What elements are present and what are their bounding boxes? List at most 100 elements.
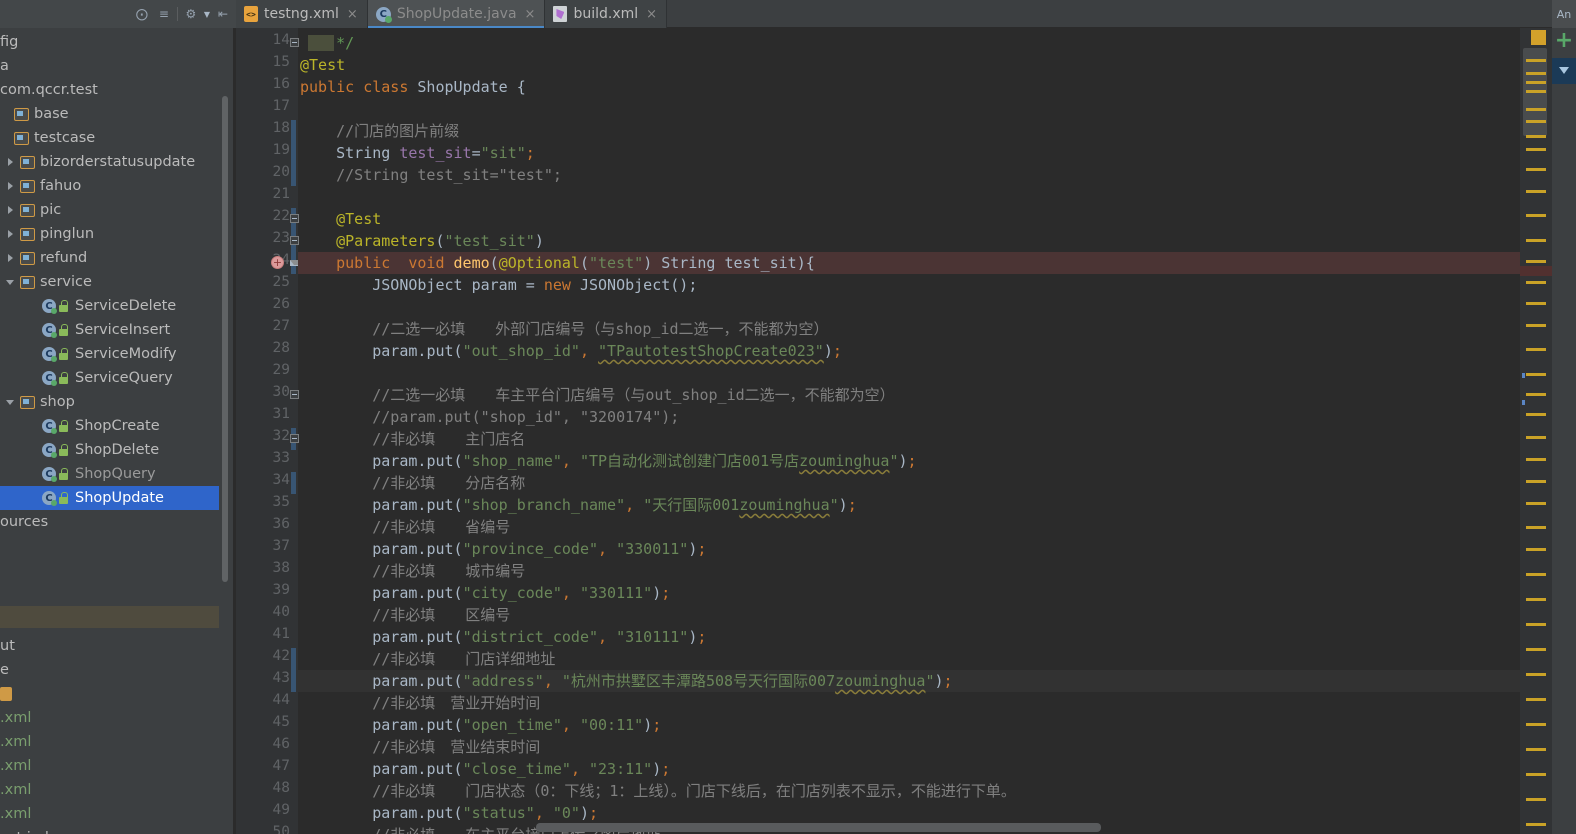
code-line-48[interactable]: //非必填 门店状态（0：下线；1：上线）。门店下线后，在门店列表不显示，不能进…	[300, 780, 1016, 802]
tab-shopupdate-java[interactable]: ShopUpdate.java ×	[367, 0, 546, 28]
info-marker[interactable]	[1522, 400, 1525, 405]
warning-marker[interactable]	[1526, 59, 1546, 62]
vcs-change-marker[interactable]	[291, 472, 296, 494]
code-line-35[interactable]: param.put("shop_branch_name", "天行国际001zo…	[300, 494, 856, 516]
warning-marker[interactable]	[1526, 214, 1546, 217]
tree-item-com-qccr-test[interactable]: com.qccr.test	[0, 78, 219, 102]
chevron-right-icon[interactable]	[6, 181, 17, 192]
code-line-41[interactable]: param.put("district_code", "310111");	[300, 626, 706, 648]
close-icon[interactable]: ×	[525, 7, 536, 22]
tree-item-shopcreate[interactable]: ShopCreate	[0, 414, 219, 438]
warning-marker[interactable]	[1526, 148, 1546, 151]
warning-marker[interactable]	[1526, 573, 1546, 576]
code-line-30[interactable]: //二选一必填 车主平台门店编号（与out_shop_id二选一，不能都为空）	[300, 384, 894, 406]
breakpoint-icon[interactable]	[271, 256, 284, 269]
warning-marker[interactable]	[1526, 798, 1546, 801]
sidebar-scrollbar[interactable]	[222, 96, 228, 582]
code-line-22[interactable]: @Test	[300, 208, 381, 230]
editor-horizontal-scrollbar[interactable]	[536, 823, 1101, 832]
code-line-39[interactable]: param.put("city_code", "330111");	[300, 582, 670, 604]
warning-marker[interactable]	[1526, 168, 1546, 171]
ant-tool-window-label[interactable]: An	[1552, 0, 1576, 28]
tree-item-servicemodify[interactable]: ServiceModify	[0, 342, 219, 366]
tree-item-fig[interactable]: fig	[0, 30, 219, 54]
code-line-38[interactable]: //非必填 城市编号	[300, 560, 525, 582]
close-icon[interactable]: ×	[646, 7, 657, 22]
chevron-down-icon[interactable]	[6, 397, 17, 408]
tree-item-lower[interactable]: .xml	[0, 730, 219, 754]
tab-testng-xml[interactable]: testng.xml ×	[236, 0, 368, 28]
warning-marker[interactable]	[1526, 393, 1546, 396]
warning-marker[interactable]	[1526, 348, 1546, 351]
chevron-right-icon[interactable]	[6, 205, 17, 216]
warning-marker[interactable]	[1526, 373, 1546, 376]
collapse-all-icon[interactable]: ⨀	[133, 5, 151, 23]
code-line-19[interactable]: String test_sit="sit";	[300, 142, 535, 164]
tree-item-refund[interactable]: refund	[0, 246, 219, 270]
hide-panel-icon[interactable]: ⇤	[214, 5, 232, 23]
code-line-37[interactable]: param.put("province_code", "330011");	[300, 538, 706, 560]
code-line-40[interactable]: //非必填 区编号	[300, 604, 510, 626]
code-line-31[interactable]: //param.put("shop_id", "3200174");	[300, 406, 679, 428]
warning-marker[interactable]	[1526, 502, 1546, 505]
code-line-34[interactable]: //非必填 分店名称	[300, 472, 525, 494]
tree-item-servicequery[interactable]: ServiceQuery	[0, 366, 219, 390]
warning-marker[interactable]	[1526, 108, 1546, 111]
code-editor[interactable]: 1415161718192021222324252627282930313233…	[236, 28, 1520, 834]
tree-item-shop[interactable]: shop	[0, 390, 219, 414]
tree-item-shopupdate[interactable]: ShopUpdate	[0, 486, 219, 510]
tree-item-lower[interactable]: ut	[0, 634, 219, 658]
tree-item-lower[interactable]: .xml	[0, 802, 219, 826]
warning-marker[interactable]	[1526, 748, 1546, 751]
chevron-right-icon[interactable]	[6, 157, 17, 168]
code-text-area[interactable]: */@Test public class ShopUpdate { //门店的图片…	[298, 28, 1520, 834]
code-line-46[interactable]: //非必填 营业结束时间	[300, 736, 540, 758]
code-line-47[interactable]: param.put("close_time", "23:11");	[300, 758, 670, 780]
editor-gutter[interactable]: 1415161718192021222324252627282930313233…	[236, 28, 303, 834]
warning-marker[interactable]	[1526, 648, 1546, 651]
code-line-32[interactable]: //非必填 主门店名	[300, 428, 525, 450]
code-line-23[interactable]: @Parameters("test_sit")	[300, 230, 544, 252]
warning-marker[interactable]	[1526, 239, 1546, 242]
tree-item-fahuo[interactable]: fahuo	[0, 174, 219, 198]
tree-item-lower[interactable]: .xml	[0, 778, 219, 802]
code-line-43[interactable]: param.put("address", "杭州市拱墅区丰潭路508号天行国际0…	[300, 670, 952, 692]
gear-icon[interactable]: ⚙	[182, 5, 200, 23]
warning-marker[interactable]	[1526, 458, 1546, 461]
warning-marker[interactable]	[1526, 480, 1546, 483]
warning-marker[interactable]	[1526, 190, 1546, 193]
chevron-down-icon[interactable]: ▼	[204, 10, 210, 19]
warning-marker[interactable]	[1526, 260, 1546, 263]
tree-item-base[interactable]: base	[0, 102, 219, 126]
error-stripe-markers[interactable]	[1520, 28, 1552, 834]
code-line-45[interactable]: param.put("open_time", "00:11");	[300, 714, 661, 736]
warning-marker[interactable]	[1526, 135, 1546, 138]
tree-item-lower[interactable]: .xml	[0, 706, 219, 730]
code-line-33[interactable]: param.put("shop_name", "TP自动化测试创建门店001号店…	[300, 450, 916, 472]
code-line-27[interactable]: //二选一必填 外部门店编号（与shop_id二选一，不能都为空）	[300, 318, 828, 340]
project-tree-panel[interactable]: fig a com.qccr.test base testcase bizordersta…	[0, 28, 219, 834]
chevron-right-icon[interactable]	[6, 229, 17, 240]
tree-item-servicedelete[interactable]: ServiceDelete	[0, 294, 219, 318]
collapse-down-icon[interactable]	[1552, 58, 1576, 84]
code-line-24[interactable]: public void demo(@Optional("test") Strin…	[300, 252, 815, 274]
warning-marker[interactable]	[1526, 436, 1546, 439]
tree-item-shopquery[interactable]: ShopQuery	[0, 462, 219, 486]
error-marker-band[interactable]	[1520, 266, 1552, 276]
code-line-42[interactable]: //非必填 门店详细地址	[300, 648, 555, 670]
warning-marker[interactable]	[1526, 623, 1546, 626]
warning-marker[interactable]	[1526, 548, 1546, 551]
tree-item-testcase[interactable]: testcase	[0, 126, 219, 150]
tree-item-lower[interactable]	[0, 682, 219, 706]
warning-marker[interactable]	[1526, 81, 1546, 84]
info-marker[interactable]	[1522, 373, 1525, 378]
tree-item-lower[interactable]: .xml	[0, 754, 219, 778]
tab-build-xml[interactable]: build.xml ×	[545, 0, 668, 28]
code-line-28[interactable]: param.put("out_shop_id", "TPautotestShop…	[300, 340, 842, 362]
tree-item-lower[interactable]: est.iml	[0, 826, 219, 834]
warning-marker[interactable]	[1526, 526, 1546, 529]
warning-marker[interactable]	[1526, 723, 1546, 726]
warning-marker[interactable]	[1526, 120, 1546, 123]
add-icon[interactable]: +	[1554, 30, 1574, 52]
code-line-49[interactable]: param.put("status", "0");	[300, 802, 598, 824]
